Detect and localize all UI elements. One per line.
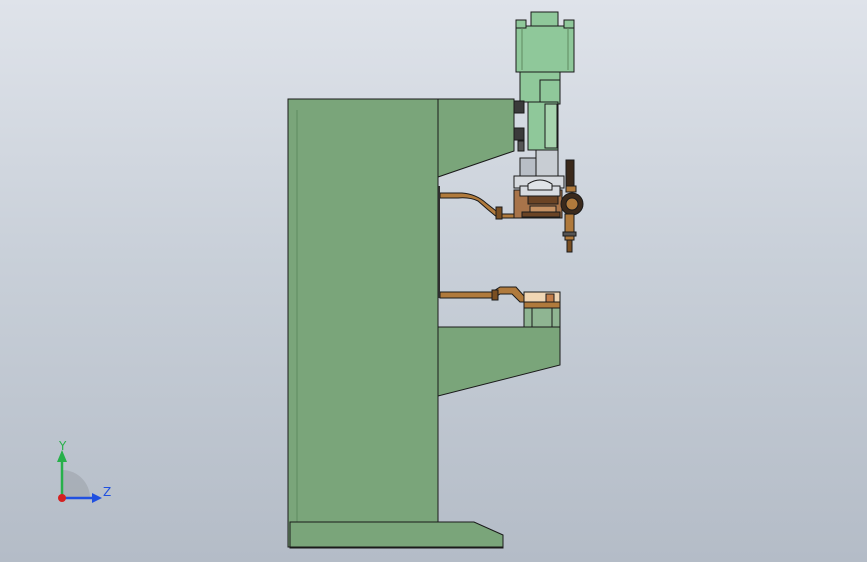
lower-arm[interactable] [437,326,561,397]
upper-electrode-arm[interactable] [439,159,584,253]
cad-graphics-viewport[interactable]: Y Z [0,0,867,562]
lower-electrode-arm[interactable] [439,286,561,328]
frame-column[interactable] [287,98,439,548]
triad-z-label: Z [103,485,111,499]
cylinder-body[interactable] [515,25,575,73]
machine-frame[interactable] [287,98,561,549]
upper-arm[interactable] [437,98,515,178]
base-plate[interactable] [289,521,504,549]
spot-welder-model[interactable] [0,0,867,562]
triad-y-label: Y [58,440,67,453]
pneumatic-cylinder[interactable] [513,11,575,189]
guide-sleeve[interactable] [535,149,559,177]
lower-electrode-block[interactable] [523,291,561,303]
lower-platen[interactable] [523,307,561,328]
coordinate-triad-icon: Y Z [57,440,111,503]
triad-plane-icon [62,470,90,498]
x-axis-icon [58,494,66,502]
